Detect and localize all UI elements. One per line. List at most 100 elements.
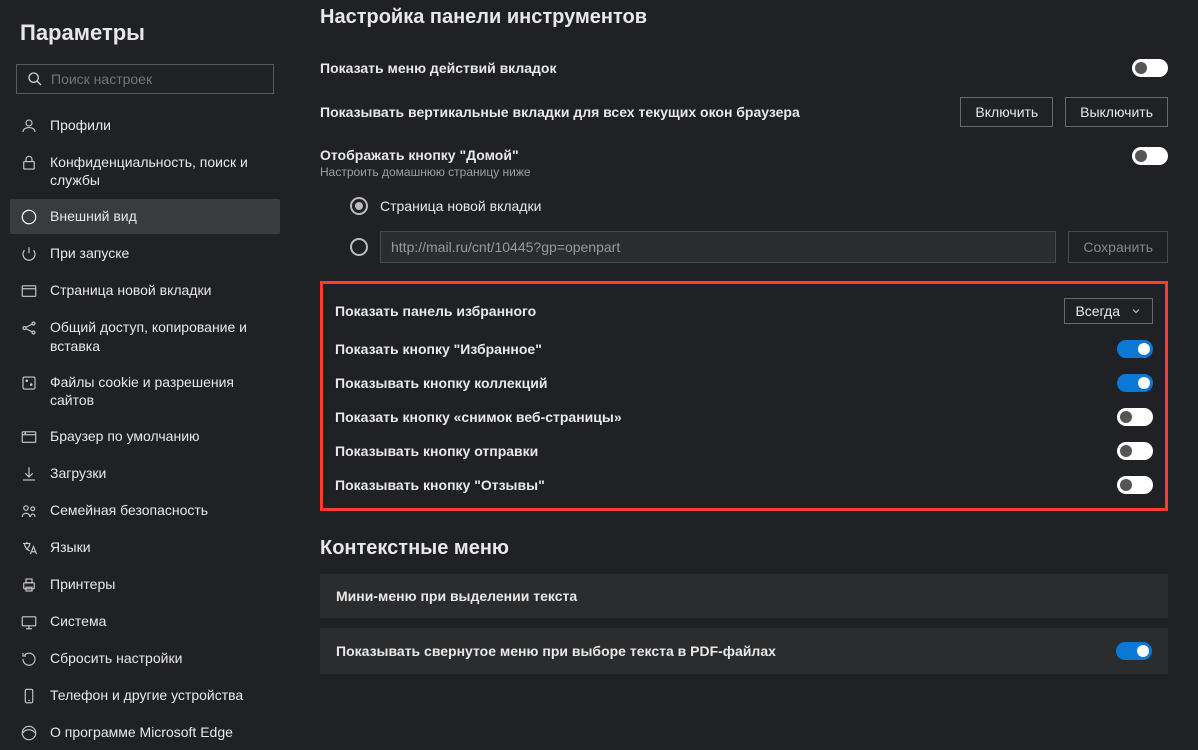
sidebar-item-label: Конфиденциальность, поиск и службы [50,153,270,189]
sidebar-item-languages[interactable]: Языки [10,530,280,565]
sidebar-item-label: Внешний вид [50,207,270,225]
family-icon [20,502,38,520]
sidebar-item-label: Телефон и другие устройства [50,686,270,704]
sidebar-item-label: Страница новой вкладки [50,281,270,299]
appearance-icon [20,208,38,226]
chevron-down-icon [1130,305,1142,317]
sidebar-item-appearance[interactable]: Внешний вид [10,199,280,234]
dropdown-value: Всегда [1075,303,1120,319]
row-favorites-button: Показать кнопку "Избранное" [335,332,1153,366]
radio-custom-url[interactable] [350,238,368,256]
radio-label: Страница новой вкладки [380,198,541,214]
row-label: Показать кнопку «снимок веб-страницы» [335,409,622,425]
sidebar-item-family[interactable]: Семейная безопасность [10,493,280,528]
save-button[interactable]: Сохранить [1068,231,1168,263]
printer-icon [20,576,38,594]
toggle-collections-button[interactable] [1117,374,1153,392]
row-send-button: Показывать кнопку отправки [335,434,1153,468]
sidebar-item-label: Принтеры [50,575,270,593]
home-url-input[interactable] [380,231,1056,263]
sidebar-item-label: О программе Microsoft Edge [50,723,270,741]
toggle-favorites-button[interactable] [1117,340,1153,358]
main-panel: Настройка панели инструментов Показать м… [290,0,1198,693]
sidebar-item-downloads[interactable]: Загрузки [10,456,280,491]
sidebar-item-label: Файлы cookie и разрешения сайтов [50,373,270,409]
reset-icon [20,650,38,668]
row-label: Показать кнопку "Избранное" [335,341,542,357]
search-input[interactable] [51,71,263,87]
sidebar-item-label: Общий доступ, копирование и вставка [50,318,270,354]
radio-row-url: Сохранить [320,223,1168,271]
share-icon [20,319,38,337]
sidebar-item-label: Сбросить настройки [50,649,270,667]
phone-icon [20,687,38,705]
card-label: Показывать свернутое меню при выборе тек… [336,643,776,659]
row-label: Показать меню действий вкладок [320,60,556,76]
sidebar-item-label: Семейная безопасность [50,501,270,519]
sidebar-item-newtab[interactable]: Страница новой вкладки [10,273,280,308]
sidebar-item-about[interactable]: О программе Microsoft Edge [10,715,280,750]
card-label: Мини-меню при выделении текста [336,588,577,604]
sidebar-item-label: Браузер по умолчанию [50,427,270,445]
row-label: Показывать кнопку "Отзывы" [335,477,545,493]
download-icon [20,465,38,483]
language-icon [20,539,38,557]
sidebar-item-startup[interactable]: При запуске [10,236,280,271]
toggle-home-button[interactable] [1132,147,1168,165]
disable-button[interactable]: Выключить [1065,97,1168,127]
favorites-panel-dropdown[interactable]: Всегда [1064,298,1153,324]
row-label: Показывать кнопку отправки [335,443,538,459]
card-pdf-menu: Показывать свернутое меню при выборе тек… [320,628,1168,674]
sidebar-item-printers[interactable]: Принтеры [10,567,280,602]
sidebar-item-label: Система [50,612,270,630]
sidebar-item-profiles[interactable]: Профили [10,108,280,143]
sidebar-item-label: Загрузки [50,464,270,482]
row-label: Отображать кнопку "Домой" [320,147,531,163]
row-vertical-tabs: Показывать вертикальные вкладки для всех… [320,87,1168,137]
toggle-pdf-menu[interactable] [1116,642,1152,660]
row-feedback-button: Показывать кнопку "Отзывы" [335,468,1153,502]
row-label: Показать панель избранного [335,303,536,319]
toggle-feedback-button[interactable] [1117,476,1153,494]
sidebar-item-devices[interactable]: Телефон и другие устройства [10,678,280,713]
sidebar-item-label: При запуске [50,244,270,262]
cookie-icon [20,374,38,392]
newtab-icon [20,282,38,300]
sidebar-item-system[interactable]: Система [10,604,280,639]
sidebar-item-privacy[interactable]: Конфиденциальность, поиск и службы [10,145,280,197]
favorites-highlight-box: Показать панель избранного Всегда Показа… [320,281,1168,511]
lock-icon [20,154,38,172]
row-label: Показывать вертикальные вкладки для всех… [320,104,800,120]
search-box[interactable] [16,64,274,94]
browser-icon [20,428,38,446]
enable-button[interactable]: Включить [960,97,1053,127]
row-collections-button: Показывать кнопку коллекций [335,366,1153,400]
sidebar-item-label: Языки [50,538,270,556]
radio-row-newtab[interactable]: Страница новой вкладки [320,189,1168,223]
radio-newtab[interactable] [350,197,368,215]
sidebar-title: Параметры [10,20,280,46]
sidebar-item-cookies[interactable]: Файлы cookie и разрешения сайтов [10,365,280,417]
toolbar-section-title: Настройка панели инструментов [320,6,1168,29]
profile-icon [20,117,38,135]
sidebar-item-share[interactable]: Общий доступ, копирование и вставка [10,310,280,362]
toggle-send-button[interactable] [1117,442,1153,460]
system-icon [20,613,38,631]
sidebar-item-label: Профили [50,116,270,134]
sidebar: Параметры Профили Конфиденциальность, по… [0,0,290,693]
vertical-tabs-buttons: Включить Выключить [960,97,1168,127]
card-mini-menu[interactable]: Мини-меню при выделении текста [320,574,1168,618]
toggle-screenshot-button[interactable] [1117,408,1153,426]
row-tab-actions-menu: Показать меню действий вкладок [320,49,1168,87]
row-screenshot-button: Показать кнопку «снимок веб-страницы» [335,400,1153,434]
context-section-title: Контекстные меню [320,537,1168,560]
row-sublabel: Настроить домашнюю страницу ниже [320,165,531,179]
edge-icon [20,724,38,742]
power-icon [20,245,38,263]
sidebar-item-reset[interactable]: Сбросить настройки [10,641,280,676]
sidebar-item-default-browser[interactable]: Браузер по умолчанию [10,419,280,454]
search-icon [27,71,43,87]
row-label: Показывать кнопку коллекций [335,375,547,391]
row-favorites-panel: Показать панель избранного Всегда [335,290,1153,332]
toggle-tab-actions-menu[interactable] [1132,59,1168,77]
